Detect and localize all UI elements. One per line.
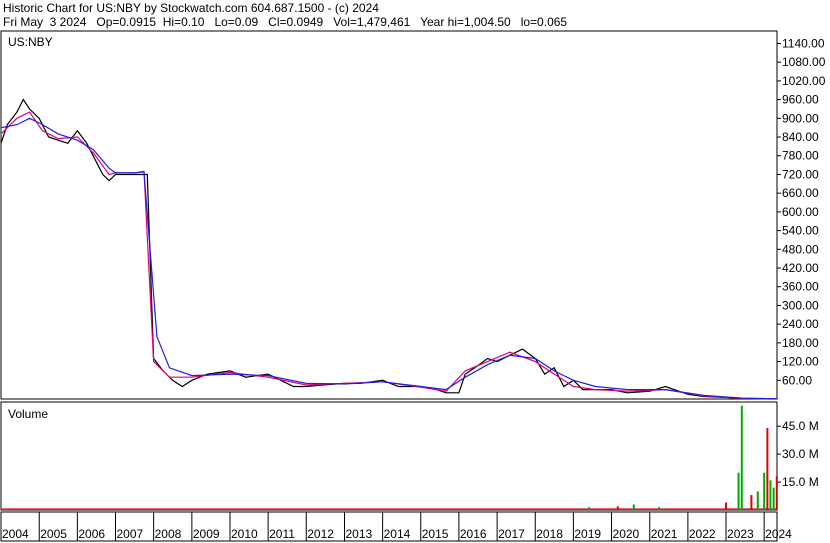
price-ytick-label: 660.00 — [782, 186, 819, 200]
year-tick-label: 2015 — [422, 527, 449, 541]
historic-chart: US:NBY Volume 1140.00 1080.00 1020.00 960.0… — [0, 30, 826, 542]
price-ytick-label: 720.00 — [782, 167, 819, 181]
price-ytick-label: 900.00 — [782, 111, 819, 125]
year-tick-label: 2018 — [536, 527, 563, 541]
year-tick-label: 2021 — [651, 527, 678, 541]
price-ytick-label: 960.00 — [782, 93, 819, 107]
year-tick-label: 2016 — [460, 527, 487, 541]
price-ytick-label: 360.00 — [782, 280, 819, 294]
volume-ytick-label: 45.0 M — [782, 419, 819, 433]
price-ytick-label: 60.00 — [782, 373, 812, 387]
volume-bar — [737, 472, 740, 510]
year-tick-label: 2023 — [727, 527, 754, 541]
volume-bar — [772, 487, 775, 510]
volume-bar — [775, 476, 778, 510]
volume-ytick-label: 15.0 M — [782, 475, 819, 489]
year-tick-label: 2010 — [231, 527, 258, 541]
volume-bar — [769, 480, 772, 510]
price-ytick-label: 780.00 — [782, 149, 819, 163]
volume-bar — [725, 502, 728, 510]
year-tick-label: 2005 — [40, 527, 67, 541]
price-ytick-label: 1140.00 — [782, 36, 825, 50]
price-ytick-label: 600.00 — [782, 205, 819, 219]
volume-bar — [616, 506, 619, 510]
year-tick-label: 2022 — [689, 527, 716, 541]
price-panel-frame — [0, 30, 778, 400]
volume-bar — [588, 507, 591, 510]
volume-ytick-label: 30.0 M — [782, 447, 819, 461]
year-tick-label: 2004 — [2, 527, 29, 541]
price-ytick-label: 840.00 — [782, 130, 819, 144]
series-line-price — [0, 98, 778, 400]
series-line-ma_long — [0, 117, 778, 400]
price-panel-title: US:NBY — [8, 35, 53, 49]
price-ytick-label: 480.00 — [782, 242, 819, 256]
year-tick-label: 2024 — [765, 527, 792, 541]
year-tick-label: 2007 — [116, 527, 143, 541]
volume-bar — [766, 428, 769, 510]
volume-bar — [756, 491, 759, 510]
year-tick-label: 2017 — [498, 527, 525, 541]
volume-bar — [632, 504, 635, 510]
year-tick-label: 2013 — [345, 527, 372, 541]
year-tick-label: 2012 — [307, 527, 334, 541]
year-tick-label: 2011 — [269, 527, 295, 541]
price-ytick-label: 1020.00 — [782, 74, 826, 88]
volume-bar — [763, 472, 766, 510]
year-tick-label: 2020 — [613, 527, 640, 541]
year-tick-label: 2009 — [193, 527, 220, 541]
price-ytick-label: 120.00 — [782, 355, 819, 369]
volume-bar — [658, 507, 661, 510]
volume-panel-frame — [0, 401, 778, 511]
year-tick-label: 2019 — [574, 527, 601, 541]
volume-bar — [740, 405, 743, 510]
year-tick-label: 2014 — [384, 527, 411, 541]
price-ytick-label: 540.00 — [782, 224, 819, 238]
price-ytick-label: 420.00 — [782, 261, 819, 275]
price-ytick-label: 240.00 — [782, 317, 819, 331]
price-ytick-label: 300.00 — [782, 298, 819, 312]
series-line-ma_short — [0, 111, 778, 400]
year-tick-label: 2006 — [78, 527, 105, 541]
volume-panel-title: Volume — [8, 407, 48, 421]
price-ytick-label: 1080.00 — [782, 55, 826, 69]
year-tick-label: 2008 — [155, 527, 182, 541]
price-ytick-label: 180.00 — [782, 336, 819, 350]
volume-bar — [750, 495, 753, 510]
